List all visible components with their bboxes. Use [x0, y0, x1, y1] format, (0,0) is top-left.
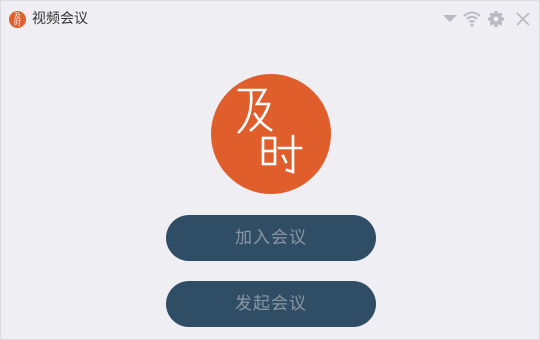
- app-window: 及 时 视频会议 加入会议 发起会议: [0, 0, 540, 340]
- brand-logo: 及时: [211, 74, 331, 194]
- brand-logo-glyphs: [237, 88, 303, 174]
- dropdown-triangle-icon[interactable]: [441, 10, 459, 28]
- window-title: 视频会议: [32, 11, 88, 27]
- start-meeting-button[interactable]: 发起会议: [166, 281, 376, 327]
- close-icon[interactable]: [514, 10, 532, 28]
- join-meeting-button[interactable]: 加入会议: [166, 215, 376, 261]
- wifi-icon[interactable]: [463, 10, 481, 28]
- gear-icon[interactable]: [487, 10, 505, 28]
- title-bar[interactable]: 及 时 视频会议: [1, 1, 539, 35]
- app-logo-icon: 及 时: [9, 11, 26, 28]
- app-logo-glyph-2: 时: [14, 19, 21, 27]
